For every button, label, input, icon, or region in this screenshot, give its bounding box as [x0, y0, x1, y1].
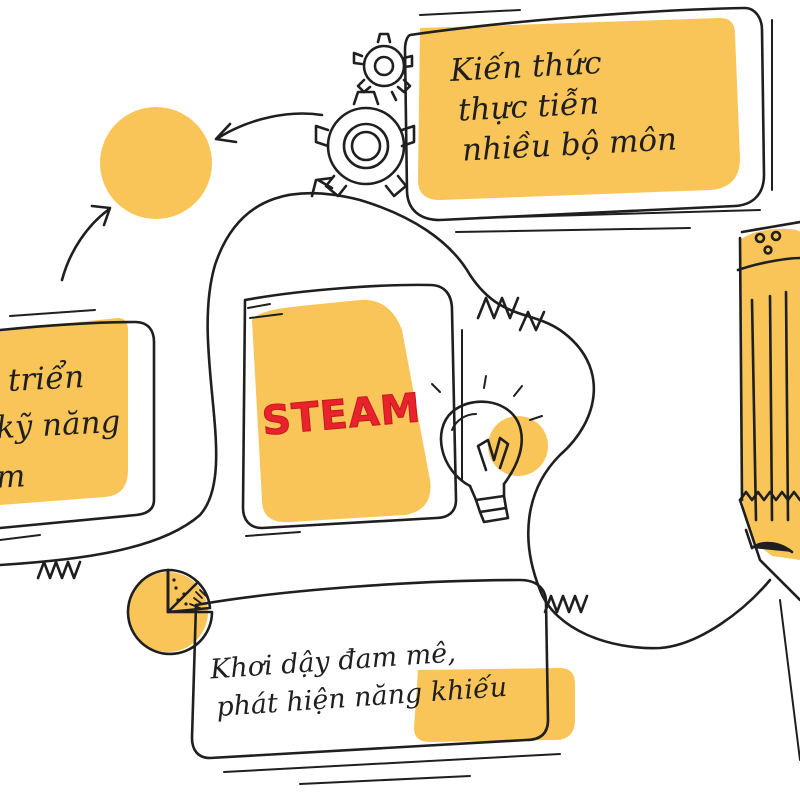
box-shadow-stroke: [299, 775, 471, 785]
box-shadow-stroke: [223, 753, 561, 773]
lightbulb-icon: [431, 375, 548, 524]
box-shadow-stroke: [419, 9, 521, 16]
left-box-line-3: m: [0, 458, 27, 496]
arrow-up-left: [60, 208, 110, 282]
pencil-icon: [736, 220, 800, 761]
top-right-box-line-2: thực tiễn: [457, 85, 600, 129]
left-box-line-1: triển: [7, 359, 86, 399]
left-box-line-2: kỹ năng: [0, 403, 122, 447]
gears-icon: [314, 32, 416, 198]
box-shadow-stroke: [0, 534, 41, 541]
box-shadow-stroke: [247, 303, 271, 309]
box-shadow-stroke: [245, 531, 301, 537]
zigzag-mark: [36, 560, 82, 580]
steam-diagram: Kiến thức thực tiễn nhiều bộ môn triển k…: [0, 0, 800, 800]
zigzag-mark: [476, 296, 520, 320]
circle-node-icon: [100, 107, 212, 219]
box-shadow-stroke: [9, 309, 96, 317]
top-right-box-line-1: Kiến thức: [449, 45, 603, 89]
pie-chart-icon: [126, 568, 214, 656]
box-shadow-stroke: [455, 227, 691, 233]
arrow-to-circle: [216, 112, 324, 140]
